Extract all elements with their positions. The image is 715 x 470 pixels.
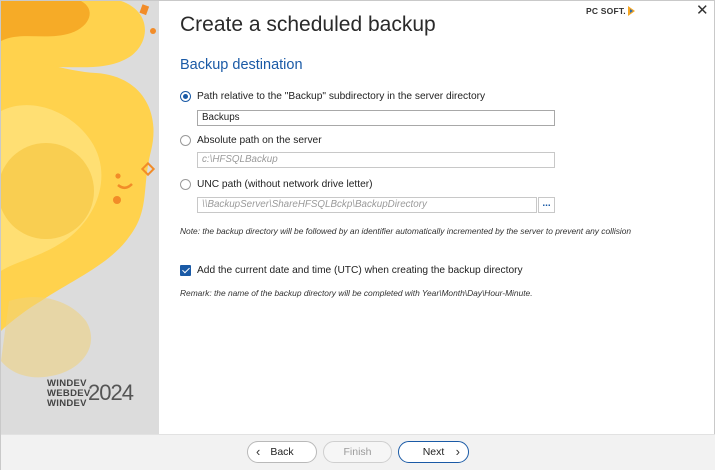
back-button[interactable]: ‹ Back (247, 441, 317, 463)
radio-unc-path-button[interactable] (180, 179, 191, 190)
naming-remark: Remark: the name of the backup directory… (180, 288, 533, 298)
next-button[interactable]: Next › (398, 441, 469, 463)
decorative-art (1, 1, 156, 378)
pcsoft-logo: PC SOFT. (586, 6, 635, 16)
decorative-side-panel: WINDEV WEBDEV WINDEV 2024 (1, 1, 159, 434)
radio-relative-path-label: Path relative to the "Backup" subdirecto… (197, 91, 486, 102)
unc-path-input[interactable]: \\BackupServer\ShareHFSQLBckp\BackupDire… (197, 197, 537, 213)
chevron-left-icon: ‹ (256, 444, 261, 459)
radio-relative-path-button[interactable] (180, 91, 191, 102)
collision-note: Note: the backup directory will be follo… (180, 226, 632, 236)
back-button-label: Back (270, 446, 294, 458)
chevron-right-icon: › (455, 444, 460, 459)
close-icon[interactable]: ✕ (696, 3, 709, 18)
brand-line-windev-mobile: WINDEV (47, 398, 87, 409)
radio-absolute-path-label: Absolute path on the server (197, 135, 322, 146)
brand-year: 2024 (88, 380, 134, 405)
absolute-path-input[interactable]: c:\HFSQLBackup (197, 152, 555, 168)
page-title: Create a scheduled backup (180, 13, 436, 36)
radio-absolute-path[interactable]: Absolute path on the server (180, 135, 322, 146)
section-title: Backup destination (180, 57, 303, 73)
backup-wizard-window: WINDEV WEBDEV WINDEV 2024 Create a sched… (0, 0, 715, 470)
radio-unc-path-label: UNC path (without network drive letter) (197, 179, 373, 190)
radio-absolute-path-button[interactable] (180, 135, 191, 146)
pcsoft-logo-text: PC SOFT. (586, 6, 626, 16)
radio-relative-path[interactable]: Path relative to the "Backup" subdirecto… (180, 91, 485, 102)
finish-button-label: Finish (343, 446, 372, 458)
finish-button[interactable]: Finish (323, 441, 392, 463)
add-date-checkbox-label: Add the current date and time (UTC) when… (197, 265, 523, 276)
windev-brand-logo: WINDEV WEBDEV WINDEV 2024 (47, 379, 134, 409)
next-button-label: Next (422, 446, 445, 458)
browse-button[interactable]: ... (538, 197, 555, 213)
pcsoft-logo-icon (627, 6, 635, 16)
radio-unc-path[interactable]: UNC path (without network drive letter) (180, 179, 373, 190)
add-date-checkbox[interactable] (180, 265, 191, 276)
relative-path-input[interactable]: Backups (197, 110, 555, 126)
add-date-checkbox-row[interactable]: Add the current date and time (UTC) when… (180, 265, 523, 276)
